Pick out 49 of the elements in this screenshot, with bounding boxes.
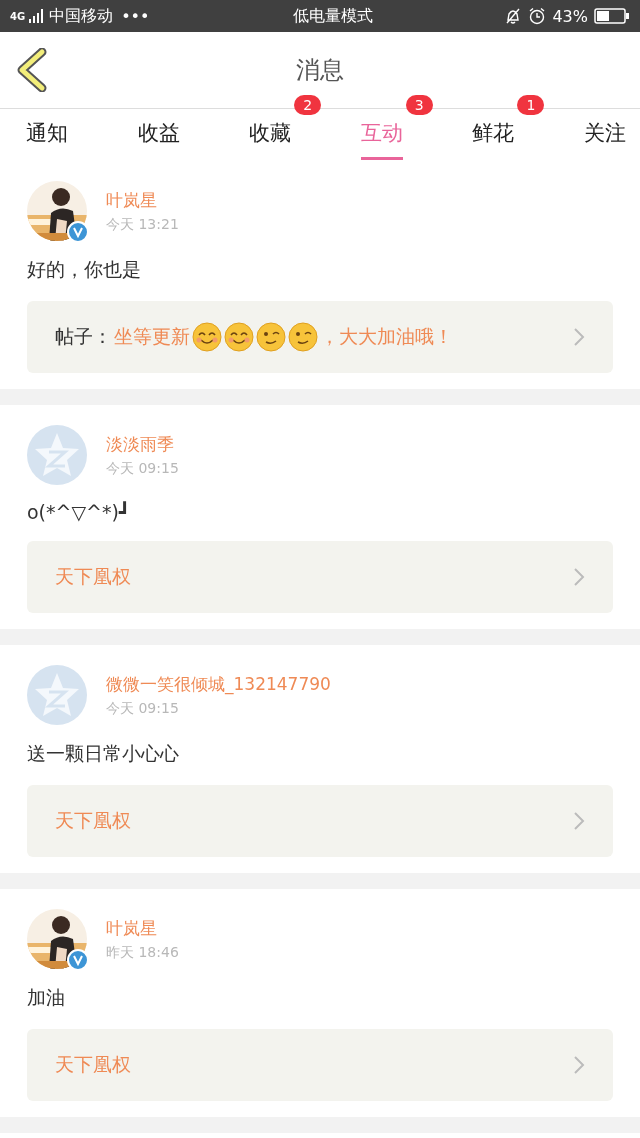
post-title: 坐等更新	[114, 324, 190, 349]
alarm-clock-icon	[528, 7, 547, 25]
user-name[interactable]: 叶岚星	[106, 916, 179, 940]
battery-percent: 43%	[552, 6, 588, 26]
message-text: 好的，你也是	[27, 257, 142, 282]
message-time: 昨天 18:46	[106, 943, 179, 962]
post-title: ，大大加油哦！	[320, 324, 453, 349]
post-card[interactable]: 天下凰权	[27, 785, 613, 857]
chevron-right-icon	[573, 567, 585, 587]
message-time: 今天 09:15	[106, 699, 180, 718]
message-text: o(*^▽^*)┛	[27, 501, 132, 523]
signal-icon	[29, 9, 46, 23]
message-time: 今天 13:21	[106, 215, 179, 234]
user-name[interactable]: 叶岚星	[106, 188, 179, 212]
message-text: 加油	[27, 985, 66, 1010]
tab[interactable]: 鲜花	[472, 110, 515, 160]
tab[interactable]: 互动	[360, 110, 403, 160]
user-name[interactable]: 微微一笑很倾城_132147790	[106, 672, 331, 696]
more-dots: •••	[121, 6, 150, 26]
tab[interactable]: 收益	[137, 110, 180, 160]
message-time: 今天 09:15	[106, 459, 179, 478]
post-title: 天下凰权	[55, 1052, 131, 1077]
message-text: 送一颗日常小心心	[27, 741, 180, 766]
chevron-right-icon	[573, 327, 585, 347]
power-mode-label: 低电量模式	[293, 5, 374, 27]
count-badge: 3	[405, 94, 433, 115]
chevron-right-icon	[573, 811, 585, 831]
carrier-label: 中国移动	[49, 5, 114, 27]
post-title: 天下凰权	[55, 808, 131, 833]
post-card[interactable]: 天下凰权	[27, 1029, 613, 1101]
tab[interactable]: 通知	[26, 110, 68, 160]
post-title: 天下凰权	[55, 564, 131, 589]
smile-face-icon	[192, 322, 222, 352]
count-badge: 1	[517, 94, 545, 115]
back-icon[interactable]	[16, 48, 48, 92]
wink-face-icon	[256, 322, 286, 352]
card-label: 帖子：	[55, 324, 112, 349]
network-label: 4G	[10, 10, 26, 22]
post-card[interactable]: 帖子：坐等更新 ，大大加油哦！	[27, 301, 613, 373]
tab[interactable]: 收藏	[249, 110, 292, 160]
battery-icon	[594, 8, 630, 24]
user-name[interactable]: 淡淡雨季	[106, 432, 179, 456]
smile-face-icon	[224, 322, 254, 352]
post-card[interactable]: 天下凰权	[27, 541, 613, 613]
tab[interactable]: 关注	[583, 110, 626, 160]
chevron-right-icon	[573, 1055, 585, 1075]
count-badge: 2	[294, 94, 322, 115]
page-title: 消息	[296, 55, 344, 86]
wink-face-icon	[288, 322, 318, 352]
